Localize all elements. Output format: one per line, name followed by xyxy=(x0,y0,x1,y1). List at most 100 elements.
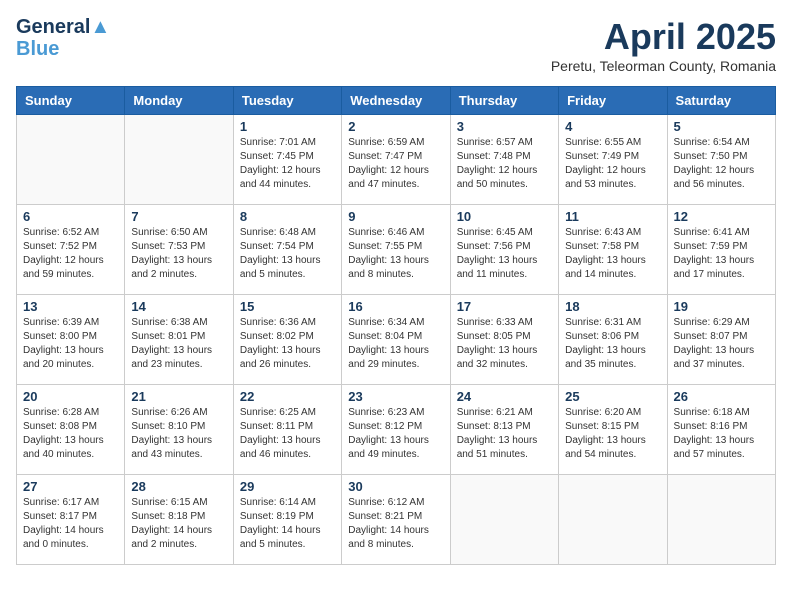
day-info: Sunrise: 6:46 AM Sunset: 7:55 PM Dayligh… xyxy=(348,226,443,282)
calendar-cell xyxy=(125,115,233,205)
day-number: 19 xyxy=(674,299,769,314)
day-number: 2 xyxy=(348,119,443,134)
day-number: 16 xyxy=(348,299,443,314)
day-info: Sunrise: 6:54 AM Sunset: 7:50 PM Dayligh… xyxy=(674,136,769,192)
weekday-header-sunday: Sunday xyxy=(17,87,125,115)
calendar-cell: 1 Sunrise: 7:01 AM Sunset: 7:45 PM Daylig… xyxy=(233,115,341,205)
month-year: April 2025 xyxy=(551,16,776,58)
day-info: Sunrise: 6:12 AM Sunset: 8:21 PM Dayligh… xyxy=(348,496,443,552)
day-info: Sunrise: 6:26 AM Sunset: 8:10 PM Dayligh… xyxy=(131,406,226,462)
calendar-week-3: 13 Sunrise: 6:39 AM Sunset: 8:00 PM Dayli… xyxy=(17,295,776,385)
day-info: Sunrise: 6:23 AM Sunset: 8:12 PM Dayligh… xyxy=(348,406,443,462)
calendar-cell: 3Sunrise: 6:57 AM Sunset: 7:48 PM Daylig… xyxy=(450,115,558,205)
day-info: Sunrise: 6:31 AM Sunset: 8:06 PM Dayligh… xyxy=(565,316,660,372)
weekday-header-tuesday: Tuesday xyxy=(233,87,341,115)
day-number: 1 xyxy=(240,119,335,134)
calendar-week-1: 1 Sunrise: 7:01 AM Sunset: 7:45 PM Daylig… xyxy=(17,115,776,205)
day-info: Sunrise: 6:28 AM Sunset: 8:08 PM Dayligh… xyxy=(23,406,118,462)
day-info: Sunrise: 6:41 AM Sunset: 7:59 PM Dayligh… xyxy=(674,226,769,282)
day-number: 5 xyxy=(674,119,769,134)
calendar-cell: 11Sunrise: 6:43 AM Sunset: 7:58 PM Dayli… xyxy=(559,205,667,295)
calendar-cell: 2 Sunrise: 6:59 AM Sunset: 7:47 PM Daylig… xyxy=(342,115,450,205)
day-number: 18 xyxy=(565,299,660,314)
day-number: 6 xyxy=(23,209,118,224)
day-info: Sunrise: 6:18 AM Sunset: 8:16 PM Dayligh… xyxy=(674,406,769,462)
logo: General▲ Blue xyxy=(16,16,110,60)
day-number: 24 xyxy=(457,389,552,404)
day-number: 11 xyxy=(565,209,660,224)
calendar-cell xyxy=(450,475,558,565)
title-block: April 2025 Peretu, Teleorman County, Rom… xyxy=(551,16,776,74)
calendar-cell: 20Sunrise: 6:28 AM Sunset: 8:08 PM Dayli… xyxy=(17,385,125,475)
day-number: 23 xyxy=(348,389,443,404)
calendar-cell: 27 Sunrise: 6:17 AM Sunset: 8:17 PM Dayli… xyxy=(17,475,125,565)
weekday-header-row: SundayMondayTuesdayWednesdayThursdayFrid… xyxy=(17,87,776,115)
logo-blue: Blue xyxy=(16,38,110,60)
day-info: Sunrise: 6:20 AM Sunset: 8:15 PM Dayligh… xyxy=(565,406,660,462)
day-number: 9 xyxy=(348,209,443,224)
day-info: Sunrise: 6:57 AM Sunset: 7:48 PM Dayligh… xyxy=(457,136,552,192)
day-number: 27 xyxy=(23,479,118,494)
day-info: Sunrise: 6:48 AM Sunset: 7:54 PM Dayligh… xyxy=(240,226,335,282)
calendar-cell: 29Sunrise: 6:14 AM Sunset: 8:19 PM Dayli… xyxy=(233,475,341,565)
day-info: Sunrise: 6:52 AM Sunset: 7:52 PM Dayligh… xyxy=(23,226,118,282)
calendar-cell: 23 Sunrise: 6:23 AM Sunset: 8:12 PM Dayli… xyxy=(342,385,450,475)
day-info: Sunrise: 6:59 AM Sunset: 7:47 PM Dayligh… xyxy=(348,136,443,192)
calendar-cell: 14Sunrise: 6:38 AM Sunset: 8:01 PM Dayli… xyxy=(125,295,233,385)
calendar-cell: 21 Sunrise: 6:26 AM Sunset: 8:10 PM Dayli… xyxy=(125,385,233,475)
day-info: Sunrise: 6:14 AM Sunset: 8:19 PM Dayligh… xyxy=(240,496,335,552)
day-info: Sunrise: 6:21 AM Sunset: 8:13 PM Dayligh… xyxy=(457,406,552,462)
calendar-cell: 16 Sunrise: 6:34 AM Sunset: 8:04 PM Dayli… xyxy=(342,295,450,385)
day-info: Sunrise: 6:34 AM Sunset: 8:04 PM Dayligh… xyxy=(348,316,443,372)
weekday-header-monday: Monday xyxy=(125,87,233,115)
calendar-cell: 13 Sunrise: 6:39 AM Sunset: 8:00 PM Dayli… xyxy=(17,295,125,385)
calendar-week-5: 27 Sunrise: 6:17 AM Sunset: 8:17 PM Dayli… xyxy=(17,475,776,565)
day-number: 25 xyxy=(565,389,660,404)
day-info: Sunrise: 6:15 AM Sunset: 8:18 PM Dayligh… xyxy=(131,496,226,552)
day-info: Sunrise: 7:01 AM Sunset: 7:45 PM Dayligh… xyxy=(240,136,335,192)
calendar-cell: 22Sunrise: 6:25 AM Sunset: 8:11 PM Dayli… xyxy=(233,385,341,475)
day-info: Sunrise: 6:25 AM Sunset: 8:11 PM Dayligh… xyxy=(240,406,335,462)
day-number: 14 xyxy=(131,299,226,314)
day-number: 12 xyxy=(674,209,769,224)
day-info: Sunrise: 6:33 AM Sunset: 8:05 PM Dayligh… xyxy=(457,316,552,372)
calendar-cell: 15Sunrise: 6:36 AM Sunset: 8:02 PM Dayli… xyxy=(233,295,341,385)
logo-text: General▲ xyxy=(16,16,110,38)
calendar-week-2: 6 Sunrise: 6:52 AM Sunset: 7:52 PM Daylig… xyxy=(17,205,776,295)
calendar-week-4: 20Sunrise: 6:28 AM Sunset: 8:08 PM Dayli… xyxy=(17,385,776,475)
calendar-cell: 8 Sunrise: 6:48 AM Sunset: 7:54 PM Daylig… xyxy=(233,205,341,295)
calendar-table: SundayMondayTuesdayWednesdayThursdayFrid… xyxy=(16,86,776,565)
calendar-cell: 30 Sunrise: 6:12 AM Sunset: 8:21 PM Dayli… xyxy=(342,475,450,565)
day-info: Sunrise: 6:29 AM Sunset: 8:07 PM Dayligh… xyxy=(674,316,769,372)
calendar-cell: 12 Sunrise: 6:41 AM Sunset: 7:59 PM Dayli… xyxy=(667,205,775,295)
day-info: Sunrise: 6:39 AM Sunset: 8:00 PM Dayligh… xyxy=(23,316,118,372)
day-info: Sunrise: 6:45 AM Sunset: 7:56 PM Dayligh… xyxy=(457,226,552,282)
calendar-cell: 10 Sunrise: 6:45 AM Sunset: 7:56 PM Dayli… xyxy=(450,205,558,295)
day-info: Sunrise: 6:36 AM Sunset: 8:02 PM Dayligh… xyxy=(240,316,335,372)
day-info: Sunrise: 6:50 AM Sunset: 7:53 PM Dayligh… xyxy=(131,226,226,282)
day-number: 13 xyxy=(23,299,118,314)
weekday-header-thursday: Thursday xyxy=(450,87,558,115)
day-number: 30 xyxy=(348,479,443,494)
calendar-cell: 7 Sunrise: 6:50 AM Sunset: 7:53 PM Daylig… xyxy=(125,205,233,295)
day-number: 28 xyxy=(131,479,226,494)
day-number: 17 xyxy=(457,299,552,314)
calendar-cell: 4Sunrise: 6:55 AM Sunset: 7:49 PM Daylig… xyxy=(559,115,667,205)
calendar-cell: 24 Sunrise: 6:21 AM Sunset: 8:13 PM Dayli… xyxy=(450,385,558,475)
calendar-cell: 26 Sunrise: 6:18 AM Sunset: 8:16 PM Dayli… xyxy=(667,385,775,475)
day-number: 7 xyxy=(131,209,226,224)
calendar-cell xyxy=(559,475,667,565)
calendar-cell: 17 Sunrise: 6:33 AM Sunset: 8:05 PM Dayli… xyxy=(450,295,558,385)
day-number: 8 xyxy=(240,209,335,224)
location: Peretu, Teleorman County, Romania xyxy=(551,58,776,74)
day-number: 26 xyxy=(674,389,769,404)
weekday-header-saturday: Saturday xyxy=(667,87,775,115)
page-header: General▲ Blue April 2025 Peretu, Teleorm… xyxy=(16,16,776,74)
calendar-cell: 18 Sunrise: 6:31 AM Sunset: 8:06 PM Dayli… xyxy=(559,295,667,385)
day-number: 10 xyxy=(457,209,552,224)
calendar-cell xyxy=(667,475,775,565)
day-info: Sunrise: 6:17 AM Sunset: 8:17 PM Dayligh… xyxy=(23,496,118,552)
day-number: 21 xyxy=(131,389,226,404)
calendar-cell: 9 Sunrise: 6:46 AM Sunset: 7:55 PM Daylig… xyxy=(342,205,450,295)
calendar-cell: 25 Sunrise: 6:20 AM Sunset: 8:15 PM Dayli… xyxy=(559,385,667,475)
